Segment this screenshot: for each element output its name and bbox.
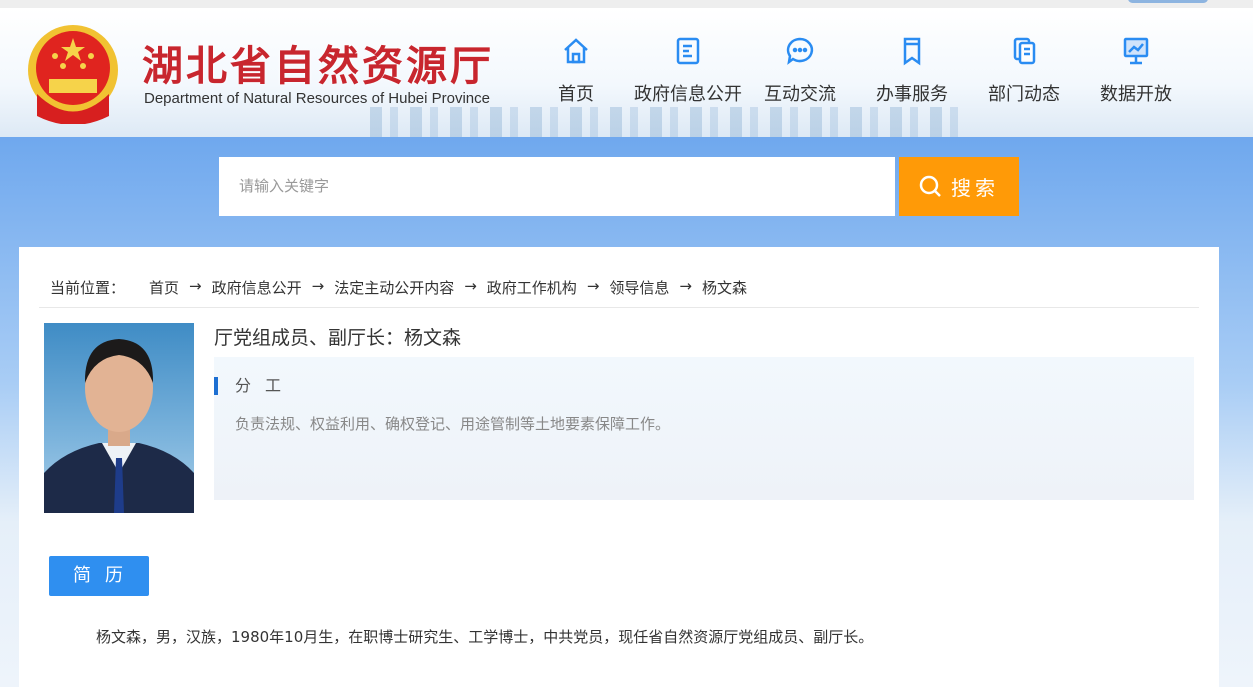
breadcrumb-sep: → [679, 277, 692, 295]
top-strip [0, 0, 1253, 8]
bio-tab[interactable]: 简历 [49, 556, 149, 596]
breadcrumb: 当前位置： 首页 → 政府信息公开 → 法定主动公开内容 → 政府工作机构 → 领导信息… [50, 277, 747, 298]
breadcrumb-item[interactable]: 首页 [149, 277, 179, 298]
content-card: 当前位置： 首页 → 政府信息公开 → 法定主动公开内容 → 政府工作机构 → 领导信息… [19, 247, 1219, 687]
duty-text: 负责法规、权益利用、确权登记、用途管制等土地要素保障工作。 [235, 415, 671, 433]
nav-label: 办事服务 [876, 84, 948, 105]
breadcrumb-item[interactable]: 法定主动公开内容 [334, 277, 454, 298]
home-icon [564, 38, 588, 64]
chat-icon [786, 37, 814, 65]
divider [39, 307, 1199, 308]
breadcrumb-current: 杨文森 [701, 279, 747, 297]
files-icon [1013, 37, 1036, 65]
breadcrumb-sep: → [464, 277, 477, 295]
nav-label: 政府信息公开 [634, 84, 742, 105]
breadcrumb-sep: → [189, 277, 202, 295]
breadcrumb-sep: → [311, 277, 325, 295]
leader-title: 厅党组成员、副厅长：杨文森 [214, 327, 462, 349]
nav-label: 首页 [558, 84, 594, 105]
nav-gov-info[interactable]: 政府信息公开 [632, 36, 744, 106]
breadcrumb-label: 当前位置： [50, 279, 126, 297]
top-pill[interactable] [1128, 0, 1208, 3]
search-input[interactable]: 请输入关键字 [219, 157, 895, 216]
breadcrumb-item[interactable]: 政府工作机构 [487, 277, 577, 298]
search-button[interactable]: 搜索 [899, 157, 1019, 216]
search-button-label: 搜索 [951, 176, 999, 200]
breadcrumb-sep: → [586, 277, 600, 295]
nav-interaction[interactable]: 互动交流 [744, 36, 856, 106]
leader-photo [44, 323, 194, 513]
national-emblem-icon [28, 25, 118, 124]
site-subtitle: Department of Natural Resources of Hubei… [144, 90, 490, 107]
duty-heading: 分工 [214, 377, 295, 395]
site-title: 湖北省自然资源厅 [142, 42, 494, 90]
main-nav: 首页 政府信息公开 互动交流 办事服务 部门动态 数据开放 [520, 36, 1192, 106]
nav-label: 数据开放 [1100, 84, 1172, 105]
nav-data[interactable]: 数据开放 [1080, 36, 1192, 106]
bio-text: 杨文森，男，汉族，1980年10月生，在职博士研究生、工学博士，中共党员，现任省… [96, 628, 874, 646]
site-header: 湖北省自然资源厅 Department of Natural Resources… [0, 8, 1253, 137]
bookmark-icon [903, 37, 921, 66]
chart-monitor-icon [1123, 37, 1149, 65]
breadcrumb-item[interactable]: 领导信息 [609, 277, 669, 298]
skyline-decoration [370, 107, 970, 137]
nav-home[interactable]: 首页 [520, 36, 632, 106]
nav-services[interactable]: 办事服务 [856, 36, 968, 106]
search-icon [919, 175, 941, 197]
nav-label: 部门动态 [988, 84, 1060, 105]
duty-panel: 分工 负责法规、权益利用、确权登记、用途管制等土地要素保障工作。 [214, 357, 1194, 500]
nav-label: 互动交流 [764, 84, 836, 105]
breadcrumb-item[interactable]: 政府信息公开 [212, 277, 302, 298]
document-icon [676, 37, 700, 65]
nav-news[interactable]: 部门动态 [968, 36, 1080, 106]
